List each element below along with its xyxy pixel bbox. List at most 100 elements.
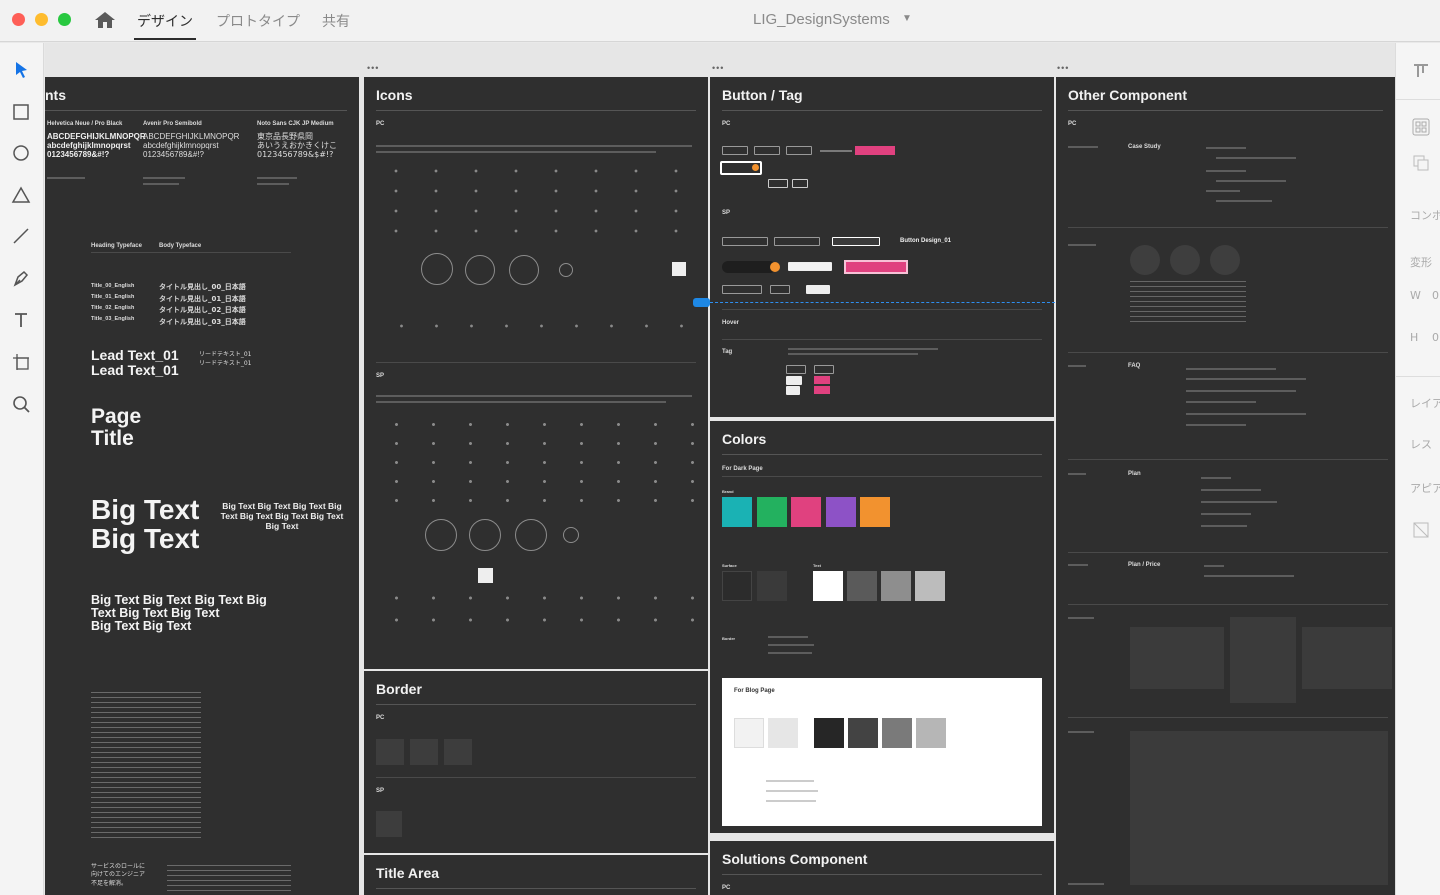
- brand-label: Brand: [722, 489, 734, 494]
- color-swatch: [860, 497, 890, 527]
- color-swatch: [722, 497, 752, 527]
- blog-page-panel: For Blog Page: [722, 678, 1042, 826]
- design-canvas[interactable]: nts Helvetica Neue / Pro Black Avenir Pr…: [45, 43, 1395, 895]
- body-text-block: [167, 863, 291, 893]
- font-sample-avenir: ABCDEFGHIJKLMNOPQR abcdefghijklmnopqrst 01…: [143, 132, 240, 160]
- home-icon[interactable]: [94, 11, 116, 29]
- case-study-label: Case Study: [1128, 144, 1161, 150]
- circle-icon: [469, 519, 501, 551]
- text-label: Text: [813, 563, 821, 568]
- artboard-fonts[interactable]: nts Helvetica Neue / Pro Black Avenir Pr…: [45, 77, 359, 895]
- image-placeholder: [1130, 627, 1224, 689]
- artboard-solutions[interactable]: Solutions Component PC: [710, 841, 1054, 895]
- section-label-pc: PC: [376, 715, 385, 721]
- surface-label: Surface: [722, 563, 737, 568]
- lead-text-jp-sample: リードテキスト_01 リードテキスト_01: [199, 351, 252, 367]
- line-tool-icon[interactable]: [10, 225, 32, 247]
- color-swatch: [847, 571, 877, 601]
- rectangle-tool-icon[interactable]: [10, 101, 32, 123]
- select-tool-icon[interactable]: [10, 59, 32, 81]
- font-name-label: Avenir Pro Semibold: [143, 121, 202, 127]
- avatar: [1170, 245, 1200, 275]
- artboard-tool-icon[interactable]: [10, 351, 32, 373]
- artboard-icons[interactable]: Icons PC SP: [364, 77, 708, 669]
- section-label-sp: SP: [722, 210, 731, 216]
- border-sample: [376, 811, 402, 837]
- section-label-hover: Hover: [722, 320, 740, 326]
- selection-handle[interactable]: [693, 298, 710, 307]
- active-tab-indicator: [134, 38, 196, 40]
- dark-page-label: For Dark Page: [722, 466, 763, 472]
- zoom-tool-icon[interactable]: [10, 393, 32, 415]
- artboard-title-area[interactable]: Title Area: [364, 855, 708, 895]
- image-placeholder: [1230, 617, 1296, 703]
- section-label-pc: PC: [722, 885, 731, 891]
- responsive-label: レス: [1410, 438, 1432, 451]
- artboard-title: Border: [376, 681, 422, 697]
- minimize-window-button[interactable]: [35, 13, 48, 26]
- big-text-mid-sample: Big Text Big Text Big Text Big Text Big T…: [91, 593, 267, 634]
- artboard-title: Button / Tag: [722, 87, 803, 103]
- color-swatch: [814, 718, 844, 748]
- polygon-tool-icon[interactable]: [10, 184, 32, 206]
- blog-page-label: For Blog Page: [734, 688, 775, 694]
- circle-icon: [515, 519, 547, 551]
- profile-text: [1130, 279, 1246, 323]
- circle-icon: [421, 253, 453, 285]
- pen-tool-icon[interactable]: [10, 267, 32, 289]
- color-swatch: [882, 718, 912, 748]
- font-name-label: Noto Sans CJK JP Medium: [257, 121, 334, 127]
- components-icon[interactable]: [1411, 117, 1431, 137]
- height-value[interactable]: 0: [1432, 331, 1439, 344]
- image-placeholder: [1130, 731, 1388, 885]
- section-label-pc: PC: [722, 121, 731, 127]
- color-swatch: [813, 571, 843, 601]
- circle-icon: [465, 255, 495, 285]
- tab-design[interactable]: デザイン: [137, 11, 193, 31]
- circle-icon: [509, 255, 539, 285]
- chevron-down-icon[interactable]: ▼: [902, 13, 912, 24]
- body-typeface-label: Body Typeface: [159, 243, 202, 249]
- artboard-colors[interactable]: Colors For Dark Page Brand Surface Text …: [710, 421, 1054, 833]
- color-swatch: [734, 718, 764, 748]
- icon-grid-sp: [378, 415, 698, 515]
- close-window-button[interactable]: [12, 13, 25, 26]
- artboard-other-component[interactable]: Other Component PC Case Study FAQ Plan P…: [1056, 77, 1395, 895]
- square-icon: [478, 568, 493, 583]
- circle-icon: [425, 519, 457, 551]
- section-label-pc: PC: [376, 121, 385, 127]
- orange-dot: [752, 164, 759, 171]
- square-icon: [672, 262, 686, 276]
- artboard-border[interactable]: Border PC SP: [364, 671, 708, 853]
- transform-label: 変形: [1410, 256, 1432, 269]
- pink-tag: [814, 376, 830, 384]
- page-title-sample: Page Title: [91, 405, 142, 451]
- align-icon[interactable]: [1411, 61, 1431, 81]
- color-swatch: [757, 497, 787, 527]
- text-tool-icon[interactable]: [10, 309, 32, 331]
- artboard-button-tag[interactable]: Button / Tag PC SP Button Design_01 Hove…: [710, 77, 1054, 417]
- tool-bar: [0, 43, 44, 895]
- component-label: コンポ: [1410, 209, 1440, 222]
- pink-tag: [814, 386, 830, 394]
- color-swatch: [768, 718, 798, 748]
- maximize-window-button[interactable]: [58, 13, 71, 26]
- tab-share[interactable]: 共有: [322, 11, 350, 31]
- tab-prototype[interactable]: プロトタイプ: [216, 11, 300, 31]
- font-sample-noto: 東京品長野県岡 あいうえおかきくけこ 0123456789&$#!?: [257, 132, 337, 160]
- copy-icon[interactable]: [1411, 153, 1431, 173]
- heading-typeface-label: Heading Typeface: [91, 243, 142, 249]
- appearance-label: アピア: [1410, 482, 1440, 495]
- pink-button: [855, 146, 895, 155]
- color-swatch: [915, 571, 945, 601]
- title-japanese-list: タイトル見出し_00_日本語 タイトル見出し_01_日本語 タイトル見出し_02_日…: [159, 283, 246, 326]
- dark-pill-button: [722, 261, 776, 273]
- checkbox-icon[interactable]: [1411, 520, 1431, 540]
- document-title[interactable]: LIG_DesignSystems: [753, 11, 890, 28]
- border-label: Border: [722, 636, 736, 641]
- ellipse-tool-icon[interactable]: [10, 142, 32, 164]
- width-value[interactable]: 0: [1432, 289, 1439, 302]
- avatar: [1130, 245, 1160, 275]
- border-sample: [410, 739, 438, 765]
- big-text-sample: Big Text Big Text: [91, 494, 200, 555]
